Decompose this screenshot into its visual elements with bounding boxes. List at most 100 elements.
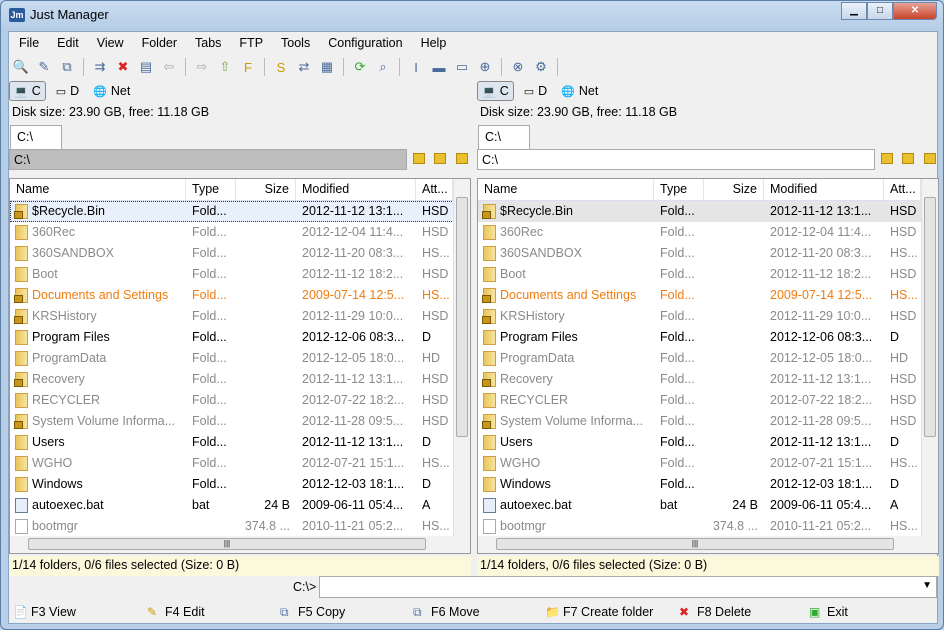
- favorites-icon[interactable]: [456, 153, 468, 164]
- file-row[interactable]: WGHO Fold... 2012-07-21 15:1... HS...: [478, 453, 938, 474]
- properties-icon[interactable]: ▤: [136, 57, 156, 77]
- column-size[interactable]: Size: [236, 179, 296, 200]
- special-folder-icon[interactable]: S: [271, 57, 291, 77]
- menu-tools[interactable]: Tools: [271, 36, 318, 50]
- move-icon[interactable]: ⇉: [90, 57, 110, 77]
- fkey-f6-move-button[interactable]: ⧉ F6 Move: [413, 605, 480, 620]
- console-icon[interactable]: ▬: [429, 57, 449, 77]
- fkey-f7-create-folder-button[interactable]: 📁 F7 Create folder: [545, 605, 653, 620]
- file-row[interactable]: ProgramData Fold... 2012-12-05 18:0... HD: [478, 348, 938, 369]
- file-row[interactable]: Recovery Fold... 2012-11-12 13:1... HSD: [10, 369, 470, 390]
- tab-c-drive[interactable]: C:\: [478, 125, 530, 149]
- disconnect-drive-icon[interactable]: ⊗: [508, 57, 528, 77]
- vertical-scrollbar[interactable]: [921, 179, 938, 537]
- file-row[interactable]: $Recycle.Bin Fold... 2012-11-12 13:1... HSD: [10, 201, 470, 222]
- scroll-thumb[interactable]: |||: [28, 538, 426, 550]
- column-name[interactable]: Name: [478, 179, 654, 200]
- root-folder-icon[interactable]: [413, 153, 425, 164]
- file-row[interactable]: RECYCLER Fold... 2012-07-22 18:2... HSD: [10, 390, 470, 411]
- chevron-down-icon[interactable]: ▼: [922, 580, 932, 591]
- scroll-thumb[interactable]: [924, 197, 936, 437]
- drive-d-button[interactable]: ▭ D: [52, 81, 83, 101]
- menu-tabs[interactable]: Tabs: [185, 36, 229, 50]
- file-row[interactable]: autoexec.bat bat 24 B 2009-06-11 05:4... A: [478, 495, 938, 516]
- scroll-thumb[interactable]: |||: [496, 538, 894, 550]
- column-attributes[interactable]: Att...: [884, 179, 921, 200]
- view-mode-icon[interactable]: ▦: [317, 57, 337, 77]
- view-icon[interactable]: 🔍: [11, 57, 31, 77]
- file-row[interactable]: Users Fold... 2012-11-12 13:1... D: [478, 432, 938, 453]
- copy-icon[interactable]: ⧉: [57, 57, 77, 77]
- forward-icon[interactable]: ⇨: [192, 57, 212, 77]
- drive-c-button[interactable]: 💻 C: [9, 81, 46, 101]
- edit-icon[interactable]: ✎: [34, 57, 54, 77]
- file-row[interactable]: 360Rec Fold... 2012-12-04 11:4... HSD: [478, 222, 938, 243]
- file-row[interactable]: 360SANDBOX Fold... 2012-11-20 08:3... HS...: [10, 243, 470, 264]
- file-list[interactable]: Name Type Size Modified Att... $Recycle.Bin Fo…: [9, 178, 471, 554]
- map-drive-icon[interactable]: ⊕: [475, 57, 495, 77]
- scroll-thumb[interactable]: [456, 197, 468, 437]
- file-row[interactable]: Windows Fold... 2012-12-03 18:1... D: [10, 474, 470, 495]
- file-row[interactable]: KRSHistory Fold... 2012-11-29 10:0... HSD: [478, 306, 938, 327]
- refresh-icon[interactable]: ⟳: [350, 57, 370, 77]
- file-row[interactable]: Program Files Fold... 2012-12-06 08:3... D: [478, 327, 938, 348]
- file-row[interactable]: Documents and Settings Fold... 2009-07-14 …: [478, 285, 938, 306]
- file-row[interactable]: Program Files Fold... 2012-12-06 08:3... D: [10, 327, 470, 348]
- fkey-f5-copy-button[interactable]: ⧉ F5 Copy: [280, 605, 345, 620]
- fkey-f4-edit-button[interactable]: ✎ F4 Edit: [147, 605, 205, 620]
- file-row[interactable]: Boot Fold... 2012-11-12 18:2... HSD: [10, 264, 470, 285]
- file-row[interactable]: $Recycle.Bin Fold... 2012-11-12 13:1... HSD: [478, 201, 938, 222]
- file-row[interactable]: autoexec.bat bat 24 B 2009-06-11 05:4... A: [10, 495, 470, 516]
- close-button[interactable]: ✕: [893, 2, 937, 20]
- maximize-button[interactable]: □: [867, 2, 893, 20]
- menu-file[interactable]: File: [9, 36, 47, 50]
- column-type[interactable]: Type: [654, 179, 704, 200]
- file-row[interactable]: System Volume Informa... Fold... 2012-11-2…: [10, 411, 470, 432]
- file-row[interactable]: bootmgr 374.8 ... 2010-11-21 05:2... HS...: [10, 516, 470, 537]
- window-icon[interactable]: ▭: [452, 57, 472, 77]
- fkey-f8-delete-button[interactable]: ✖ F8 Delete: [679, 605, 751, 620]
- menu-help[interactable]: Help: [411, 36, 455, 50]
- back-icon[interactable]: ⇦: [159, 57, 179, 77]
- sync-icon[interactable]: ⇄: [294, 57, 314, 77]
- column-modified[interactable]: Modified: [296, 179, 416, 200]
- file-row[interactable]: WGHO Fold... 2012-07-21 15:1... HS...: [10, 453, 470, 474]
- menu-folder[interactable]: Folder: [132, 36, 185, 50]
- file-row[interactable]: 360Rec Fold... 2012-12-04 11:4... HSD: [10, 222, 470, 243]
- fkey-exit-button[interactable]: ▣ Exit: [809, 605, 848, 620]
- file-row[interactable]: System Volume Informa... Fold... 2012-11-2…: [478, 411, 938, 432]
- column-attributes[interactable]: Att...: [416, 179, 453, 200]
- menu-view[interactable]: View: [87, 36, 132, 50]
- file-row[interactable]: Recovery Fold... 2012-11-12 13:1... HSD: [478, 369, 938, 390]
- drive-d-button[interactable]: ▭ D: [520, 81, 551, 101]
- file-row[interactable]: 360SANDBOX Fold... 2012-11-20 08:3... HS...: [478, 243, 938, 264]
- delete-icon[interactable]: ✖: [113, 57, 133, 77]
- drive-net-button[interactable]: 🌐 Net: [557, 81, 602, 101]
- column-name[interactable]: Name: [10, 179, 186, 200]
- drive-net-button[interactable]: 🌐 Net: [89, 81, 134, 101]
- file-list[interactable]: Name Type Size Modified Att... $Recycle.Bin Fo…: [477, 178, 939, 554]
- rename-icon[interactable]: I: [406, 57, 426, 77]
- parent-folder-icon[interactable]: [902, 153, 914, 164]
- file-row[interactable]: bootmgr 374.8 ... 2010-11-21 05:2... HS...: [478, 516, 938, 537]
- column-type[interactable]: Type: [186, 179, 236, 200]
- file-row[interactable]: Boot Fold... 2012-11-12 18:2... HSD: [478, 264, 938, 285]
- menu-configuration[interactable]: Configuration: [318, 36, 410, 50]
- drive-c-button[interactable]: 💻 C: [477, 81, 514, 101]
- command-input[interactable]: ▼: [319, 576, 937, 598]
- path-field[interactable]: C:\: [477, 149, 875, 170]
- root-folder-icon[interactable]: [881, 153, 893, 164]
- file-row[interactable]: KRSHistory Fold... 2012-11-29 10:0... HSD: [10, 306, 470, 327]
- tab-c-drive[interactable]: C:\: [10, 125, 62, 149]
- up-folder-icon[interactable]: ⇧: [215, 57, 235, 77]
- file-row[interactable]: ProgramData Fold... 2012-12-05 18:0... HD: [10, 348, 470, 369]
- file-row[interactable]: Documents and Settings Fold... 2009-07-14 …: [10, 285, 470, 306]
- file-row[interactable]: Windows Fold... 2012-12-03 18:1... D: [478, 474, 938, 495]
- file-row[interactable]: RECYCLER Fold... 2012-07-22 18:2... HSD: [478, 390, 938, 411]
- favorites-folder-icon[interactable]: F: [238, 57, 258, 77]
- horizontal-scrollbar[interactable]: |||: [10, 536, 470, 553]
- favorites-icon[interactable]: [924, 153, 936, 164]
- column-size[interactable]: Size: [704, 179, 764, 200]
- horizontal-scrollbar[interactable]: |||: [478, 536, 938, 553]
- file-row[interactable]: Users Fold... 2012-11-12 13:1... D: [10, 432, 470, 453]
